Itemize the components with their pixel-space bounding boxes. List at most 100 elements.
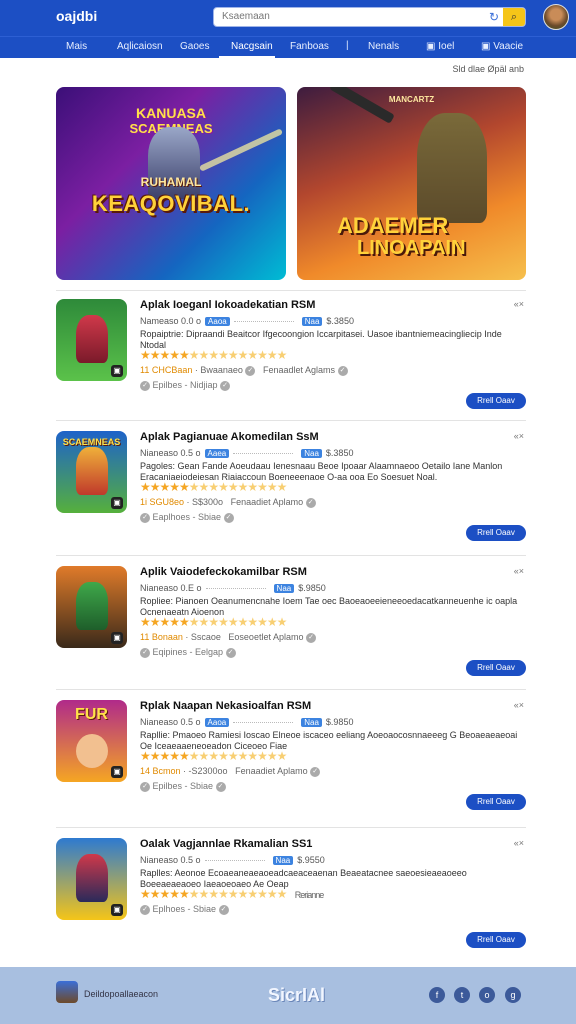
footer-logo[interactable] <box>56 981 78 1003</box>
nav-item-vaacie[interactable]: ▣ Vaacie <box>481 41 523 52</box>
app-tag: Aaoa <box>205 317 230 326</box>
banner-label: RUHAMAL <box>140 175 202 189</box>
instagram-icon[interactable]: o <box>479 987 495 1003</box>
dots <box>233 321 294 323</box>
nav-item-apps[interactable]: Aqlicaiosn <box>117 41 163 52</box>
check-icon: ✓ <box>245 365 256 376</box>
check-icon: ✓ <box>140 512 150 523</box>
app-info: Nianeaso 0.5 o Aaoa Naa $.9850 <box>140 717 353 727</box>
character-icon <box>76 582 108 630</box>
download-button[interactable]: Rrell Oaav <box>466 525 526 541</box>
star-rating: ★★★★★★★★★★★★★★★ <box>140 615 287 629</box>
nav-item-vaacie-label: Vaacie <box>493 41 524 52</box>
nav-active-indicator <box>219 56 275 59</box>
google-icon[interactable]: g <box>505 987 521 1003</box>
app-title[interactable]: Aplak Ioeganl Iokoadekatian RSM <box>140 299 315 311</box>
user-avatar[interactable] <box>543 4 569 30</box>
app-icon[interactable]: FUR ▣ <box>56 700 127 782</box>
search-bar[interactable]: Ksaemaan ↻ ⌕ <box>213 7 526 27</box>
nav-item-active[interactable]: Nacgsain <box>231 41 273 52</box>
footer-brand[interactable]: SicrIAl <box>268 985 325 1006</box>
star-rating: ★★★★★★★★★★★★★★★ <box>140 480 287 494</box>
app-version: Nianeaso 0.E o <box>140 583 202 593</box>
app-info: Nianeaso 0.E o Naa $.9850 <box>140 583 326 593</box>
nav-item-ioel[interactable]: ▣ Ioel <box>426 41 454 52</box>
app-icon[interactable]: ▣ <box>56 299 127 381</box>
search-input[interactable]: Ksaemaan <box>222 11 270 22</box>
nav-bar: Mais Aqlicaiosn Gaoes Nacgsain Fanboas |… <box>0 36 576 59</box>
more-icon[interactable]: «× <box>514 566 524 576</box>
app-icon[interactable]: SCAEMNEAS ▣ <box>56 431 127 513</box>
download-button[interactable]: Rrell Oaav <box>466 393 526 409</box>
twitter-icon[interactable]: t <box>454 987 470 1003</box>
app-version: Nianeaso 0.5 o <box>140 855 201 865</box>
app-footer: ✓ Eqipines - Eelgap ✓ <box>140 647 236 658</box>
app-title[interactable]: Aplik Vaiodefeckokamilbar RSM <box>140 566 307 578</box>
refresh-icon[interactable]: ↻ <box>489 10 499 24</box>
check-icon: ✓ <box>140 781 150 792</box>
extra-b: Sscaoe <box>190 632 221 642</box>
app-row-5[interactable]: ▣ Oalak Vagjannlae Rkamalian SS1 «× Nian… <box>56 838 526 956</box>
download-button[interactable]: Rrell Oaav <box>466 660 526 676</box>
more-icon[interactable]: «× <box>514 838 524 848</box>
app-title[interactable]: Oalak Vagjannlae Rkamalian SS1 <box>140 838 312 850</box>
download-button[interactable]: Rrell Oaav <box>466 932 526 948</box>
app-icon[interactable]: ▣ <box>56 566 127 648</box>
banner-title-2: LINOAPAIN <box>357 237 466 259</box>
icon-text: FUR <box>75 706 108 723</box>
meta-line: Sld dlae Øpäl anb <box>452 64 524 74</box>
app-icon[interactable]: ▣ <box>56 838 127 920</box>
app-row-2[interactable]: SCAEMNEAS ▣ Aplak Pagianuae Akomedilan S… <box>56 431 526 549</box>
nav-item-games[interactable]: Gaoes <box>180 41 209 52</box>
more-icon[interactable]: «× <box>514 431 524 441</box>
app-tag-2: Naa <box>301 718 322 727</box>
extra-b: S$300o <box>192 497 224 507</box>
nav-item-fanboas[interactable]: Fanboas <box>290 41 329 52</box>
dots <box>204 860 265 862</box>
extra-c: Rerianne <box>294 890 325 900</box>
extra-a: 11 Bonaan <box>140 632 183 642</box>
app-extra: 11 Bonaan · Sscaoe Eoseoetlet Aplamo ✓ <box>140 632 316 643</box>
app-footer: ✓ Eaplhoes - Sbiae ✓ <box>140 512 234 523</box>
search-icon[interactable]: ⌕ <box>503 8 525 26</box>
download-button[interactable]: Rrell Oaav <box>466 794 526 810</box>
app-extra: 1i SGU8eo · S$300o Fenaadiet Aplamo ✓ <box>140 497 316 508</box>
dots <box>233 722 294 724</box>
app-info: Nameaso 0.0 o Aaoa Naa $.3850 <box>140 316 354 326</box>
app-row-4[interactable]: FUR ▣ Rplak Naapan Nekasioalfan RSM «× N… <box>56 700 526 818</box>
app-size: $.3850 <box>326 316 354 326</box>
hero-banner-1[interactable]: KANUASA SCAEMNEAS RUHAMAL KEAQOVIBAL. <box>56 87 286 280</box>
dots <box>233 453 294 455</box>
app-row-3[interactable]: ▣ Aplik Vaiodefeckokamilbar RSM «× Niane… <box>56 566 526 684</box>
more-icon[interactable]: «× <box>514 700 524 710</box>
app-footer: ✓ Epilbes - Nidjiap ✓ <box>140 380 231 391</box>
extra-c: Eoseoetlet Aplamo <box>228 632 304 642</box>
app-title[interactable]: Rplak Naapan Nekasioalfan RSM <box>140 700 311 712</box>
hero-banner-2[interactable]: MANCARTZ ADAEMER LINOAPAIN <box>297 87 526 280</box>
check-icon: ✓ <box>223 512 234 523</box>
app-size: $.9850 <box>298 583 326 593</box>
nav-item-home[interactable]: Mais <box>66 41 87 52</box>
check-icon: ✓ <box>220 380 231 391</box>
app-row-1[interactable]: ▣ Aplak Ioeganl Iokoadekatian RSM «× Nam… <box>56 299 526 417</box>
footer-text: Deildopoallaeacon <box>84 989 159 999</box>
check-icon: ✓ <box>337 365 348 376</box>
nav-item-nenals[interactable]: Nenals <box>368 41 399 52</box>
app-title[interactable]: Aplak Pagianuae Akomedilan SsM <box>140 431 319 443</box>
facebook-icon[interactable]: f <box>429 987 445 1003</box>
nav-separator: | <box>346 40 349 51</box>
banner-top-text: MANCARTZ <box>388 95 435 104</box>
site-logo[interactable]: oajdbi <box>56 8 97 24</box>
app-tag-2: Naa <box>301 449 322 458</box>
footer-text: Eplhoes - Sbiae <box>152 904 217 914</box>
banner-title: KEAQOVIBAL. <box>91 191 251 216</box>
app-footer: ✓ Eplhoes - Sbiae ✓ <box>140 904 229 915</box>
character-icon <box>76 734 108 768</box>
app-extra: 14 Bcmon · -S2300oo Fenaadiet Aplamo ✓ <box>140 766 321 777</box>
banner-title: ADAEMER <box>337 213 449 238</box>
check-icon: ✓ <box>225 647 236 658</box>
banner-top-text: KANUASA <box>136 105 206 121</box>
more-icon[interactable]: «× <box>514 299 524 309</box>
badge-icon: ▣ <box>111 497 123 509</box>
app-footer: ✓ Epilbes - Sbiae ✓ <box>140 781 226 792</box>
